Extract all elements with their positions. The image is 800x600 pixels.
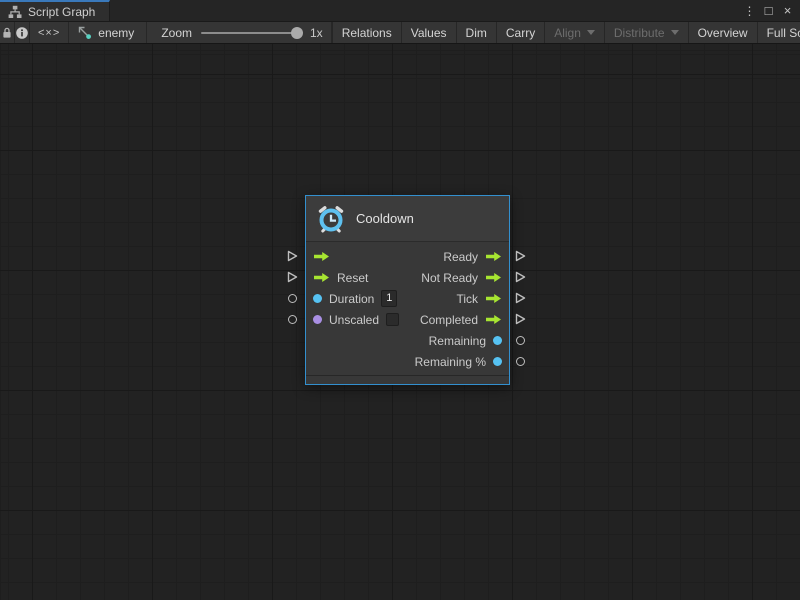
port-label-remaining: Remaining: [429, 334, 486, 348]
port-row: Remaining %: [306, 351, 509, 372]
graph-context-button[interactable]: enemy: [69, 22, 147, 43]
chevron-down-icon: [671, 30, 679, 35]
code-view-icon: <×>: [38, 27, 60, 39]
flow-port-icon[interactable]: [485, 251, 502, 262]
zoom-value: 1x: [310, 26, 323, 40]
toolbar-button-align[interactable]: Align: [544, 22, 604, 43]
flow-port-icon[interactable]: [313, 251, 330, 262]
left-flow-port-marker[interactable]: [286, 271, 298, 283]
value-port-icon[interactable]: [313, 315, 322, 324]
zoom-control: Zoom 1x: [147, 22, 331, 43]
toolbar-button-values[interactable]: Values: [401, 22, 456, 43]
script-graph-icon: [8, 5, 22, 19]
port-label-ready: Ready: [443, 250, 478, 264]
context-name: enemy: [98, 26, 134, 40]
port-label-completed: Completed: [420, 313, 478, 327]
port-row: Reset Not Ready: [306, 267, 509, 288]
right-flow-port-marker[interactable]: [514, 292, 526, 304]
close-button[interactable]: ×: [779, 3, 796, 18]
window-tab-bar: Script Graph ⋮ □ ×: [0, 0, 800, 22]
left-value-port-marker[interactable]: [286, 313, 298, 325]
timer-icon: [316, 204, 346, 234]
window-controls: ⋮ □ ×: [741, 0, 800, 21]
graph-pointer-icon: [77, 25, 92, 40]
graph-toolbar: <×> enemy Zoom 1x Relations Values Dim Carr…: [0, 22, 800, 44]
left-flow-port-marker[interactable]: [286, 250, 298, 262]
left-value-port-marker[interactable]: [286, 292, 298, 304]
value-port-icon[interactable]: [493, 336, 502, 345]
lock-button[interactable]: [0, 22, 15, 43]
toolbar-button-carry[interactable]: Carry: [496, 22, 544, 43]
port-label-duration: Duration: [329, 292, 374, 306]
value-port-icon[interactable]: [313, 294, 322, 303]
node-header[interactable]: Cooldown: [306, 196, 509, 242]
chevron-down-icon: [587, 30, 595, 35]
lock-icon: [0, 26, 14, 40]
right-flow-port-marker[interactable]: [514, 271, 526, 283]
port-row: Ready: [306, 246, 509, 267]
toolbar-button-label: Dim: [466, 26, 487, 40]
code-view-button[interactable]: <×>: [30, 22, 69, 43]
port-row: Unscaled Completed: [306, 309, 509, 330]
maximize-button[interactable]: □: [760, 3, 777, 18]
node-title: Cooldown: [356, 211, 414, 226]
zoom-slider-handle[interactable]: [291, 27, 303, 39]
right-value-port-marker[interactable]: [514, 334, 526, 346]
toolbar-buttons: Relations Values Dim Carry Align Distribute Ov…: [332, 22, 800, 43]
toolbar-button-label: Distribute: [614, 26, 665, 40]
zoom-label: Zoom: [161, 26, 192, 40]
node-port-rows: Ready Reset Not Ready Duration 1 Tick Unscaled…: [306, 242, 509, 375]
info-icon: [15, 26, 29, 40]
toolbar-button-full-screen[interactable]: Full Screen: [757, 22, 800, 43]
window-menu-button[interactable]: ⋮: [741, 4, 758, 18]
flow-port-icon[interactable]: [313, 272, 330, 283]
port-label-unscaled: Unscaled: [329, 313, 379, 327]
flow-port-icon[interactable]: [485, 272, 502, 283]
node-footer: [306, 375, 509, 384]
flow-port-icon[interactable]: [485, 314, 502, 325]
unscaled-checkbox[interactable]: [386, 313, 399, 326]
port-row: Duration 1 Tick: [306, 288, 509, 309]
zoom-slider[interactable]: [201, 32, 301, 34]
toolbar-button-dim[interactable]: Dim: [456, 22, 496, 43]
port-label-remaining: Remaining %: [415, 355, 486, 369]
info-button[interactable]: [15, 22, 30, 43]
right-value-port-marker[interactable]: [514, 355, 526, 367]
toolbar-button-label: Carry: [506, 26, 535, 40]
graph-canvas[interactable]: Cooldown Ready Reset Not Ready Duration 1 Tic…: [0, 44, 800, 600]
port-label-tick: Tick: [456, 292, 478, 306]
cooldown-node[interactable]: Cooldown Ready Reset Not Ready Duration 1 Tic…: [305, 195, 510, 385]
toolbar-button-label: Values: [411, 26, 447, 40]
port-label-not-ready: Not Ready: [421, 271, 478, 285]
toolbar-button-label: Relations: [342, 26, 392, 40]
tab-script-graph[interactable]: Script Graph: [0, 0, 110, 21]
right-flow-port-marker[interactable]: [514, 313, 526, 325]
duration-input[interactable]: 1: [381, 290, 397, 307]
port-label-reset: Reset: [337, 271, 368, 285]
port-row: Remaining: [306, 330, 509, 351]
toolbar-button-label: Overview: [698, 26, 748, 40]
flow-port-icon[interactable]: [485, 293, 502, 304]
value-port-icon[interactable]: [493, 357, 502, 366]
toolbar-button-distribute[interactable]: Distribute: [604, 22, 688, 43]
toolbar-button-overview[interactable]: Overview: [688, 22, 757, 43]
toolbar-button-label: Align: [554, 26, 581, 40]
toolbar-button-label: Full Screen: [767, 26, 800, 40]
right-flow-port-marker[interactable]: [514, 250, 526, 262]
toolbar-button-relations[interactable]: Relations: [332, 22, 401, 43]
tab-title: Script Graph: [28, 5, 95, 19]
